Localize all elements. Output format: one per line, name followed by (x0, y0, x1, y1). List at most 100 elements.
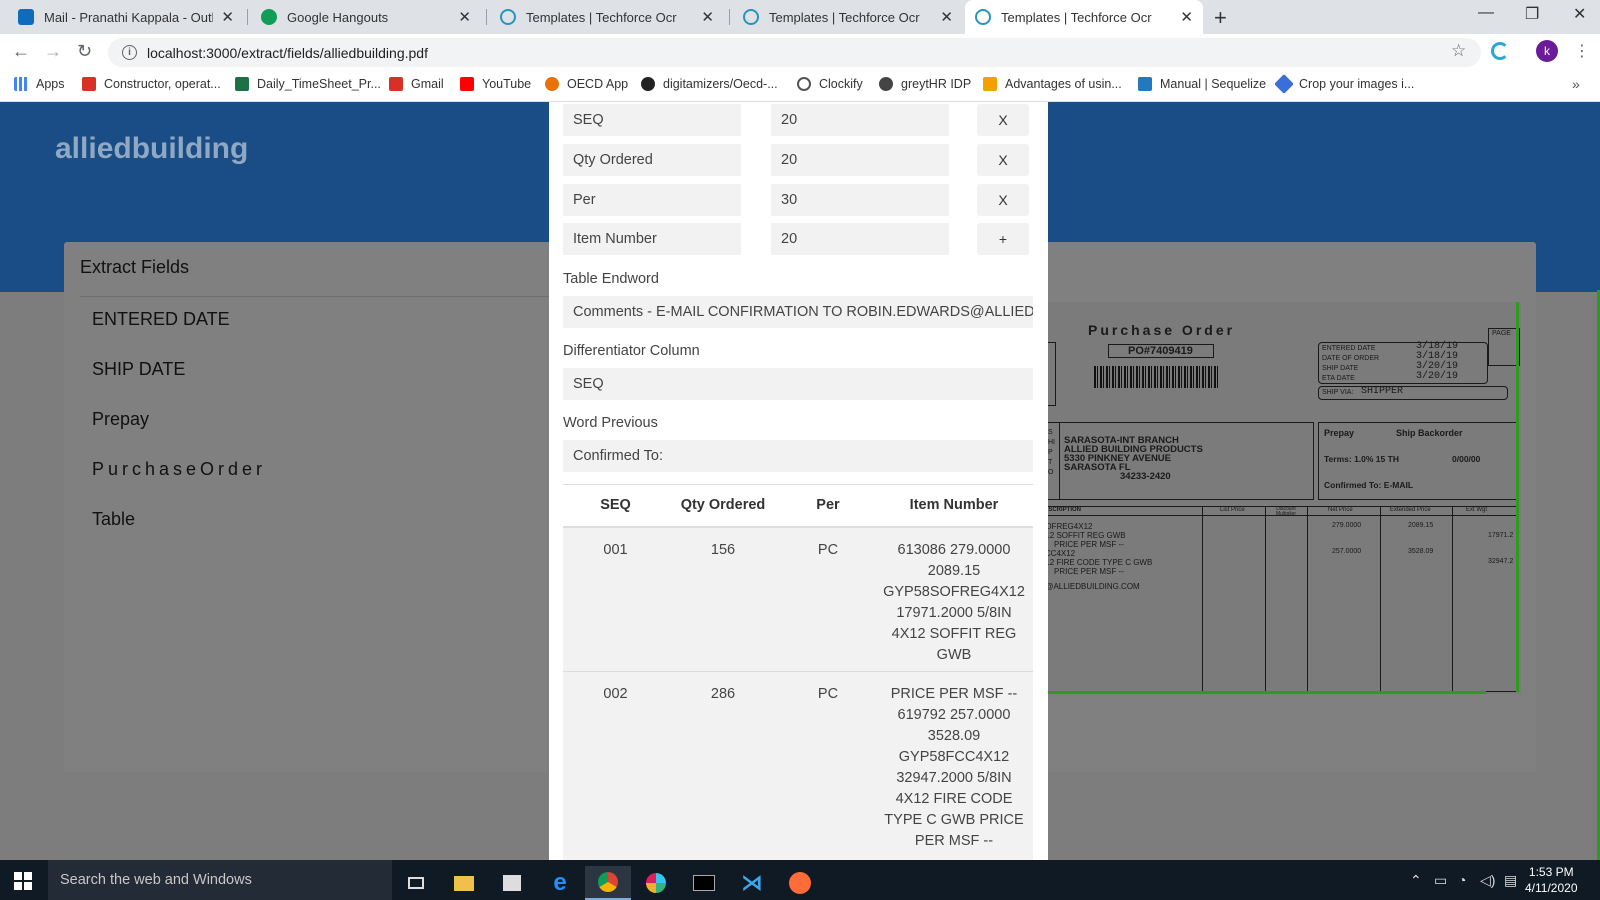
bookmark-sequelize[interactable]: Manual | Sequelize (1138, 77, 1266, 91)
windows-start-icon[interactable] (14, 872, 32, 890)
bookmark-youtube[interactable]: YouTube (460, 77, 531, 91)
address-bar[interactable]: i localhost:3000/extract/fields/alliedbu… (108, 38, 1481, 67)
table-cell: PC (817, 686, 839, 702)
divider (80, 296, 550, 297)
column-name-input[interactable]: SEQ (563, 104, 741, 136)
pdf-col-header: Ext Wgt (1466, 507, 1488, 513)
react-icon (500, 9, 516, 25)
item-line: 2089.15 (927, 563, 981, 579)
bookmark-apps[interactable]: Apps (14, 77, 65, 91)
field-purchase-order[interactable]: PurchaseOrder (92, 459, 266, 480)
item-line: 17971.2000 5/8IN (896, 605, 1012, 621)
pdf-ext-price: 3528.09 (1408, 548, 1434, 555)
column-name-input[interactable]: Per (563, 184, 741, 216)
clockify-extension-icon[interactable] (1491, 42, 1509, 60)
column-name-input[interactable]: Qty Ordered (563, 144, 741, 176)
bookmark-crop[interactable]: Crop your images i... (1274, 74, 1414, 94)
edge-icon[interactable]: e (537, 866, 583, 900)
column-row-per: Per 30 X (563, 184, 1029, 216)
item-line: GYP58FCC4X12 (898, 749, 1010, 765)
chrome-icon[interactable] (585, 866, 631, 900)
address-line: 34233-2420 (1120, 471, 1171, 482)
forward-icon[interactable]: → (44, 41, 62, 62)
close-icon[interactable]: ✕ (1180, 8, 1193, 26)
bookmark-clockify[interactable]: Clockify (797, 77, 863, 91)
column-width-input[interactable]: 20 (771, 104, 949, 136)
postman-icon[interactable] (777, 866, 823, 900)
field-entered-date[interactable]: ENTERED DATE (92, 309, 230, 330)
table-cell: 002 (603, 686, 628, 702)
sequelize-icon (1138, 77, 1152, 91)
terminal-icon[interactable] (681, 866, 727, 900)
react-icon (743, 9, 759, 25)
pdf-col-header: Net Price (1328, 507, 1353, 513)
minimize-icon[interactable]: — (1478, 4, 1494, 22)
bookmark-greythr[interactable]: greytHR IDP (879, 77, 971, 91)
bookmark-constructor[interactable]: Constructor, operat... (82, 77, 221, 91)
pdf-label: ETA DATE (1322, 375, 1355, 382)
pdf-desc-line: S@ALLIEDBUILDING.COM (1040, 582, 1140, 591)
store-icon[interactable] (489, 866, 535, 900)
back-icon[interactable]: ← (12, 41, 30, 62)
taskbar-clock[interactable]: 1:53 PM 4/11/2020 (1525, 864, 1578, 896)
tab-templates-2[interactable]: Templates | Techforce Ocr ✕ (733, 0, 963, 34)
tab-hangouts[interactable]: Google Hangouts ✕ (251, 0, 481, 34)
tray-chevron-icon[interactable]: ⌃ (1410, 872, 1422, 889)
taskbar-search-input[interactable]: Search the web and Windows (48, 860, 392, 900)
close-icon[interactable]: ✕ (940, 8, 953, 26)
pdf-date-values: 3/18/19 3/18/19 3/20/19 3/20/19 (1416, 342, 1458, 382)
column-name-input[interactable]: Item Number (563, 223, 741, 255)
volume-icon[interactable]: ◁) (1480, 872, 1495, 889)
bookmark-advantages[interactable]: Advantages of usin... (983, 77, 1122, 91)
bookmark-star-icon[interactable]: ☆ (1451, 41, 1466, 61)
bookmark-github[interactable]: digitamizers/Oecd-... (641, 77, 778, 91)
table-endword-input[interactable]: Comments - E-MAIL CONFIRMATION TO ROBIN.… (563, 296, 1033, 328)
battery-icon[interactable]: ▭ (1434, 872, 1447, 889)
reload-icon[interactable]: ↻ (77, 41, 92, 62)
close-icon[interactable]: ✕ (221, 8, 234, 26)
bookmark-gmail[interactable]: Gmail (389, 77, 444, 91)
clock-time: 1:53 PM (1528, 865, 1574, 879)
info-icon[interactable]: i (122, 45, 137, 60)
field-ship-date[interactable]: SHIP DATE (92, 359, 185, 380)
close-icon[interactable]: ✕ (701, 8, 714, 26)
column-width-input[interactable]: 20 (771, 144, 949, 176)
differentiator-input[interactable]: SEQ (563, 368, 1033, 400)
remove-column-button[interactable]: X (977, 104, 1029, 136)
tab-templates-active[interactable]: Templates | Techforce Ocr ✕ (965, 0, 1203, 34)
column-row-item: Item Number 20 + (563, 223, 1029, 255)
pdf-ship-backorder: Ship Backorder (1396, 428, 1463, 438)
file-explorer-icon[interactable] (441, 866, 487, 900)
field-table[interactable]: Table (92, 509, 135, 530)
remove-column-button[interactable]: X (977, 184, 1029, 216)
wifi-icon[interactable]: ◔ (1458, 872, 1466, 888)
window-close-icon[interactable]: ✕ (1573, 4, 1586, 24)
add-column-button[interactable]: + (977, 223, 1029, 255)
field-prepay[interactable]: Prepay (92, 409, 149, 430)
item-line: 32947.2000 5/8IN (896, 770, 1012, 786)
word-previous-input[interactable]: Confirmed To: (563, 440, 1033, 472)
restore-icon[interactable]: ❐ (1525, 4, 1539, 24)
column-width-input[interactable]: 20 (771, 223, 949, 255)
tab-outlook[interactable]: Mail - Pranathi Kappala - Outlook ✕ (8, 0, 244, 34)
item-line: 3528.09 (927, 728, 981, 744)
card-title: Extract Fields (80, 257, 190, 277)
tab-templates-1[interactable]: Templates | Techforce Ocr ✕ (490, 0, 724, 34)
vscode-icon[interactable]: ⋊ (729, 866, 775, 900)
bookmark-oecd[interactable]: OECD App (545, 77, 628, 91)
new-tab-icon[interactable]: + (1214, 5, 1227, 31)
remove-column-button[interactable]: X (977, 144, 1029, 176)
greythr-icon (879, 77, 893, 91)
notifications-icon[interactable]: ▤ (1504, 872, 1517, 889)
close-icon[interactable]: ✕ (458, 8, 471, 26)
pdf-preview: Purchase Order PO#7409419 PAGE ENTERED D… (1026, 302, 1521, 694)
oecd-icon (545, 77, 559, 91)
bookmark-timesheet[interactable]: Daily_TimeSheet_Pr... (235, 77, 381, 91)
bookmarks-overflow-icon[interactable]: » (1572, 76, 1580, 92)
menu-kebab-icon[interactable]: ⋮ (1574, 41, 1590, 61)
slack-icon[interactable] (633, 866, 679, 900)
column-width-input[interactable]: 30 (771, 184, 949, 216)
github-icon (641, 77, 655, 91)
profile-avatar[interactable]: k (1536, 40, 1558, 62)
task-view-icon[interactable] (393, 866, 439, 900)
